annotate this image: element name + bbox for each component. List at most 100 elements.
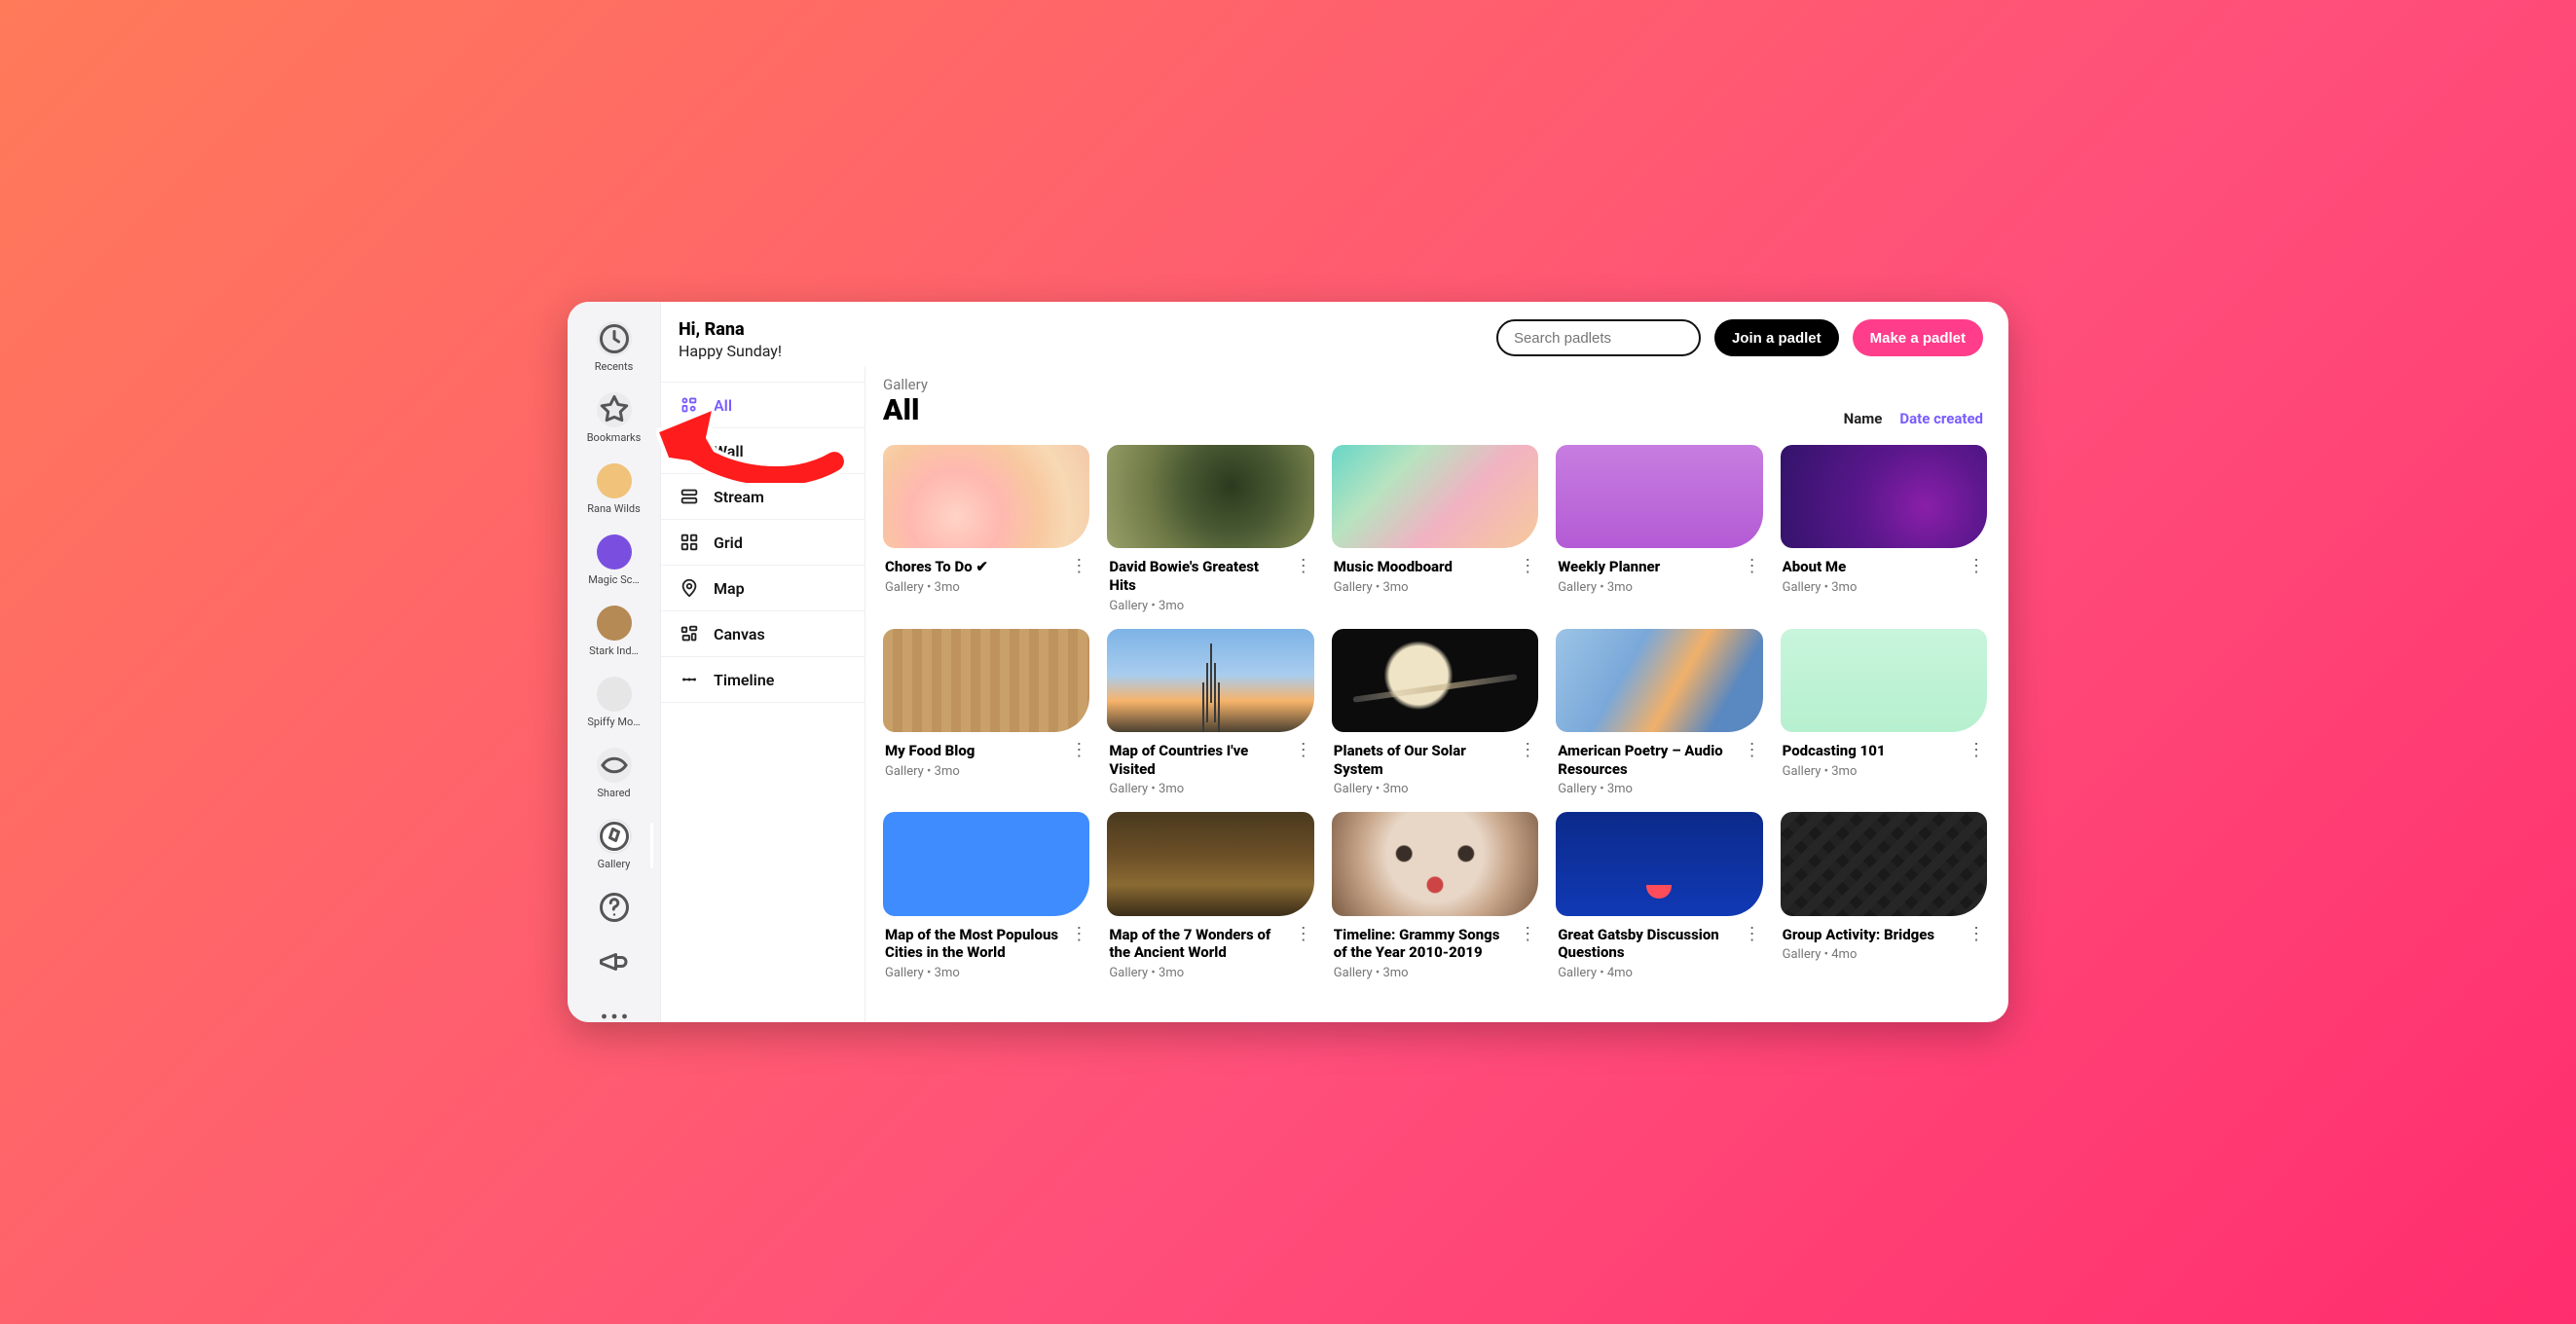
sidebar-item-grid[interactable]: Grid (661, 520, 865, 566)
sort-date[interactable]: Date created (1899, 410, 1983, 427)
rail-label: Shared (597, 787, 630, 799)
card-thumbnail (1556, 629, 1762, 732)
rail-item-stark[interactable]: Stark Ind… (576, 600, 652, 665)
card-meta: Group Activity: BridgesGallery • 4mo⋮ (1781, 916, 1987, 963)
gallery-card[interactable]: Planets of Our Solar SystemGallery • 3mo… (1332, 629, 1538, 797)
main-column: Hi, Rana Happy Sunday! Join a padlet Mak… (661, 302, 2008, 1022)
sidebar-item-timeline[interactable]: Timeline (661, 657, 865, 703)
card-more-button[interactable]: ⋮ (1968, 926, 1985, 943)
category-list: AllWall Stream Grid MapCanvasTimeline (661, 382, 865, 703)
card-thumbnail (1781, 812, 1987, 915)
sidebar-item-label: Grid (714, 533, 743, 552)
clock-icon (597, 321, 632, 356)
sidebar-item-all[interactable]: All (661, 382, 865, 428)
wall-icon (679, 440, 700, 461)
app-window: Recents Bookmarks Rana Wilds Magic Sc…Stark… (568, 302, 2008, 1022)
gallery-card[interactable]: Chores To Do ✔Gallery • 3mo⋮ (883, 445, 1089, 613)
card-meta: Podcasting 101Gallery • 3mo⋮ (1781, 732, 1987, 779)
sidebar-item-wall[interactable]: Wall (661, 428, 865, 474)
gallery-card[interactable]: About MeGallery • 3mo⋮ (1781, 445, 1987, 613)
card-meta: Map of the 7 Wonders of the Ancient Worl… (1107, 916, 1313, 981)
card-more-button[interactable]: ⋮ (1519, 926, 1536, 943)
rail-item-rana[interactable]: Rana Wilds (576, 458, 652, 523)
card-meta: Weekly PlannerGallery • 3mo⋮ (1556, 548, 1762, 595)
rail-item-recents[interactable]: Recents (576, 315, 652, 381)
rail-item-gallery[interactable]: Gallery (576, 813, 652, 878)
greeting: Hi, Rana Happy Sunday! (679, 319, 782, 360)
card-more-button[interactable]: ⋮ (1744, 742, 1761, 759)
card-title: Map of the 7 Wonders of the Ancient Worl… (1109, 926, 1284, 963)
card-title: My Food Blog (885, 742, 975, 760)
card-more-button[interactable]: ⋮ (1968, 742, 1985, 759)
card-meta: American Poetry – Audio ResourcesGallery… (1556, 732, 1762, 797)
gallery-card[interactable]: Map of the Most Populous Cities in the W… (883, 812, 1089, 980)
gallery-card[interactable]: Timeline: Grammy Songs of the Year 2010-… (1332, 812, 1538, 980)
card-more-button[interactable]: ⋮ (1744, 558, 1761, 575)
star-icon (597, 392, 632, 427)
card-subtitle: Gallery • 3mo (1783, 580, 1858, 595)
category-sidebar: AllWall Stream Grid MapCanvasTimeline (661, 366, 865, 1022)
rail-extra-help[interactable] (576, 884, 652, 933)
gallery-card[interactable]: Map of the 7 Wonders of the Ancient Worl… (1107, 812, 1313, 980)
card-more-button[interactable]: ⋮ (1295, 558, 1312, 575)
rail-label: Rana Wilds (587, 502, 641, 515)
card-more-button[interactable]: ⋮ (1070, 926, 1087, 943)
card-title: Weekly Planner (1558, 558, 1660, 576)
gallery-card[interactable]: Music MoodboardGallery • 3mo⋮ (1332, 445, 1538, 613)
sort-name[interactable]: Name (1844, 410, 1883, 427)
gallery-card[interactable]: David Bowie's Greatest HitsGallery • 3mo… (1107, 445, 1313, 613)
gallery-card[interactable]: Weekly PlannerGallery • 3mo⋮ (1556, 445, 1762, 613)
content: Gallery All Name Date created Chores To … (865, 366, 2008, 1022)
card-more-button[interactable]: ⋮ (1519, 558, 1536, 575)
gallery-card[interactable]: Map of Countries I've VisitedGallery • 3… (1107, 629, 1313, 797)
card-title: Planets of Our Solar System (1334, 742, 1509, 779)
card-more-button[interactable]: ⋮ (1070, 742, 1087, 759)
card-thumbnail (1781, 445, 1987, 548)
gallery-card[interactable]: Podcasting 101Gallery • 3mo⋮ (1781, 629, 1987, 797)
card-more-button[interactable]: ⋮ (1519, 742, 1536, 759)
sidebar-item-map[interactable]: Map (661, 566, 865, 611)
card-meta: Chores To Do ✔Gallery • 3mo⋮ (883, 548, 1089, 595)
rail-extra-more[interactable] (576, 993, 652, 1022)
rail-item-shared[interactable]: Shared (576, 742, 652, 807)
card-more-button[interactable]: ⋮ (1744, 926, 1761, 943)
gallery-card[interactable]: American Poetry – Audio ResourcesGallery… (1556, 629, 1762, 797)
card-title: Music Moodboard (1334, 558, 1453, 576)
greeting-sub: Happy Sunday! (679, 342, 782, 360)
card-meta: Planets of Our Solar SystemGallery • 3mo… (1332, 732, 1538, 797)
rail-label: Bookmarks (587, 431, 642, 444)
gallery-card[interactable]: Group Activity: BridgesGallery • 4mo⋮ (1781, 812, 1987, 980)
rail-extra-announce[interactable] (576, 938, 652, 987)
card-title: Chores To Do ✔ (885, 558, 988, 576)
card-subtitle: Gallery • 3mo (1109, 599, 1284, 613)
card-more-button[interactable]: ⋮ (1295, 926, 1312, 943)
sort-controls: Name Date created (1844, 410, 1983, 427)
rail-item-spiffy[interactable]: Spiffy Mo… (576, 671, 652, 736)
sidebar-item-label: Stream (714, 488, 764, 506)
card-meta: About MeGallery • 3mo⋮ (1781, 548, 1987, 595)
cards-grid: Chores To Do ✔Gallery • 3mo⋮David Bowie'… (865, 431, 2008, 1000)
sidebar-item-canvas[interactable]: Canvas (661, 611, 865, 657)
join-padlet-button[interactable]: Join a padlet (1714, 319, 1839, 356)
card-meta: Timeline: Grammy Songs of the Year 2010-… (1332, 916, 1538, 981)
gallery-card[interactable]: Great Gatsby Discussion QuestionsGallery… (1556, 812, 1762, 980)
search-input[interactable] (1496, 319, 1701, 356)
gallery-card[interactable]: My Food BlogGallery • 3mo⋮ (883, 629, 1089, 797)
card-thumbnail (1107, 445, 1313, 548)
card-more-button[interactable]: ⋮ (1070, 558, 1087, 575)
rail-item-magic[interactable]: Magic Sc… (576, 529, 652, 594)
card-more-button[interactable]: ⋮ (1295, 742, 1312, 759)
make-padlet-button[interactable]: Make a padlet (1853, 319, 1983, 356)
canvas-icon (679, 623, 700, 644)
nav-rail: Recents Bookmarks Rana Wilds Magic Sc…Stark… (568, 302, 661, 1022)
card-subtitle: Gallery • 3mo (1109, 966, 1284, 980)
topbar: Hi, Rana Happy Sunday! Join a padlet Mak… (661, 302, 2008, 366)
sidebar-item-stream[interactable]: Stream (661, 474, 865, 520)
rail-item-bookmarks[interactable]: Bookmarks (576, 386, 652, 452)
card-meta: Map of the Most Populous Cities in the W… (883, 916, 1089, 981)
card-thumbnail (883, 629, 1089, 732)
card-subtitle: Gallery • 3mo (1558, 782, 1733, 796)
card-thumbnail (1556, 445, 1762, 548)
dots-icon (597, 999, 632, 1022)
card-more-button[interactable]: ⋮ (1968, 558, 1985, 575)
